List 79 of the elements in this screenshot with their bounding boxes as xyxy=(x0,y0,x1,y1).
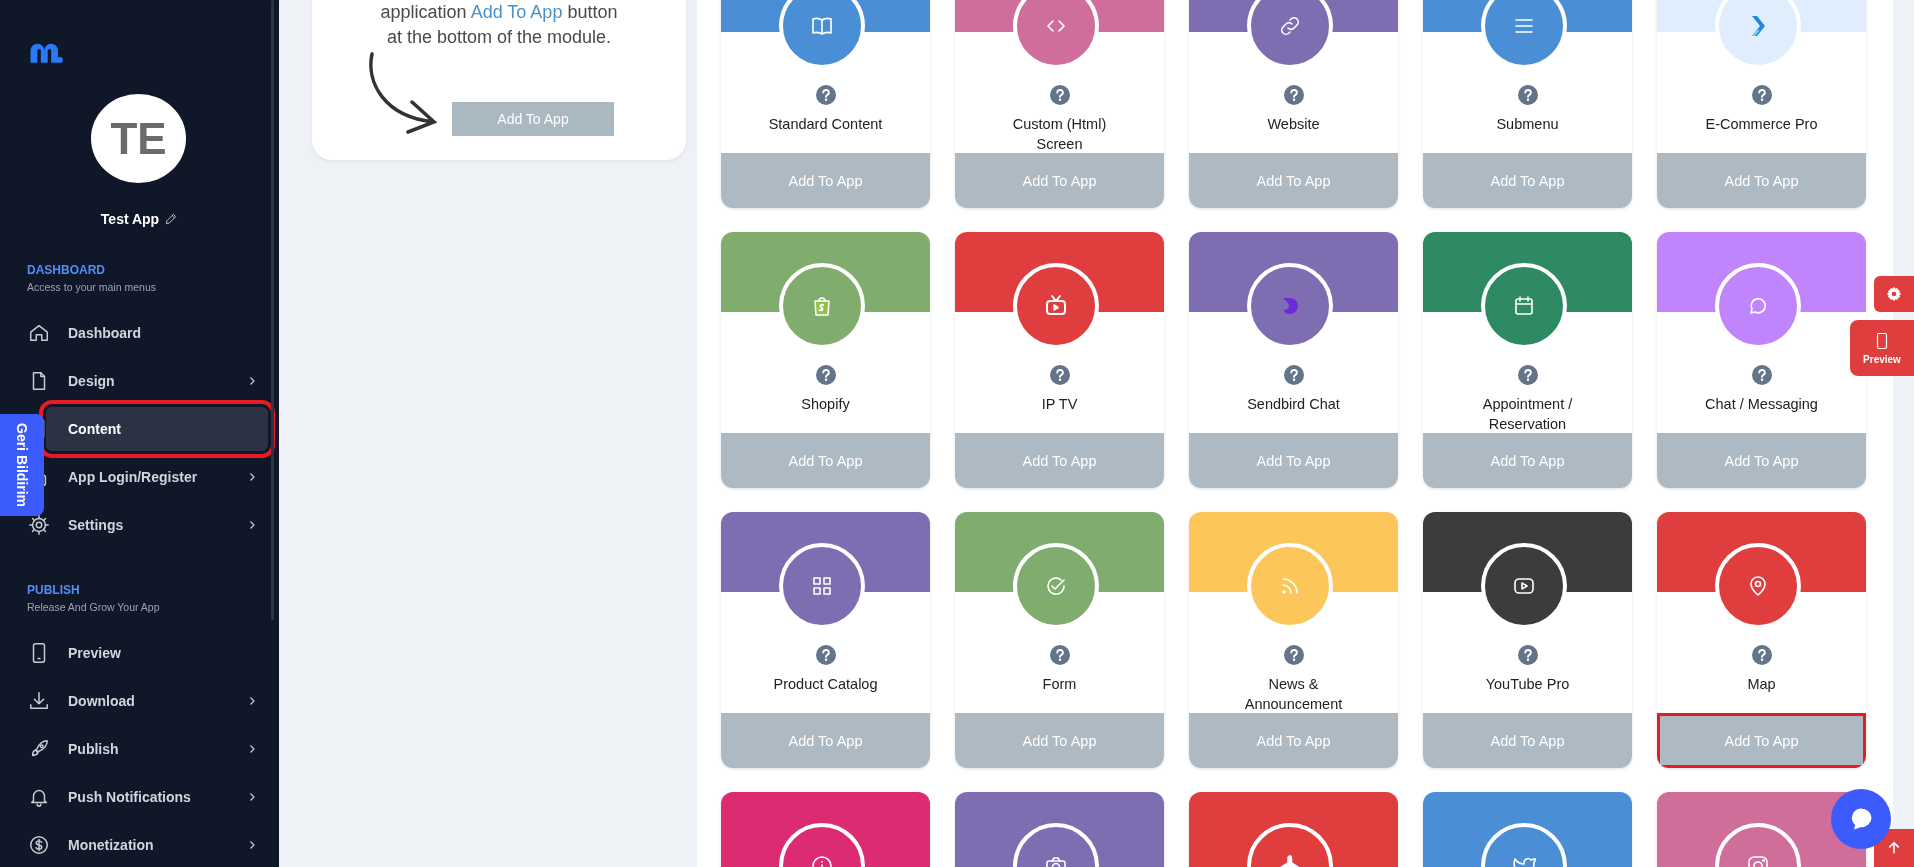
add-to-app-button[interactable]: Add To App xyxy=(1657,153,1866,208)
sidebar-item[interactable]: Push Notifications xyxy=(46,775,268,819)
instruction-text: at the bottom of the module. xyxy=(386,26,612,49)
help-icon[interactable] xyxy=(1283,85,1304,105)
add-to-app-button[interactable]: Add To App xyxy=(1189,153,1398,208)
help-icon[interactable] xyxy=(1517,85,1538,105)
sidebar-item[interactable]: App Login/Register xyxy=(46,455,268,499)
pencil-icon[interactable] xyxy=(164,212,179,226)
add-to-app-button[interactable]: Add To App xyxy=(1423,713,1632,768)
module-name: Form xyxy=(1042,676,1077,692)
instruction-text: application Add To App button xyxy=(380,1,618,24)
add-to-app-button[interactable]: Add To App xyxy=(1657,713,1866,768)
help-icon[interactable] xyxy=(1283,645,1304,665)
module-name: IP TV xyxy=(1041,396,1078,412)
help-icon[interactable] xyxy=(815,645,836,665)
add-to-app-button[interactable]: Add To App xyxy=(955,433,1164,488)
link-icon xyxy=(1278,14,1302,38)
module-name: Standard Content xyxy=(768,116,883,132)
calendar-icon xyxy=(1512,294,1536,318)
module-name: Chat / Messaging xyxy=(1705,396,1818,412)
help-icon[interactable] xyxy=(1049,645,1070,665)
module-name: E-Commerce Pro xyxy=(1705,116,1818,132)
add-to-app-button[interactable]: Add To App xyxy=(1423,153,1632,208)
help-icon[interactable] xyxy=(1751,85,1772,105)
add-to-app-button[interactable]: Add To App xyxy=(955,713,1164,768)
add-to-app-button[interactable]: Add To App xyxy=(1657,433,1866,488)
sidebar-item[interactable]: Settings xyxy=(46,503,268,547)
sidebar-item[interactable]: Download xyxy=(46,679,268,723)
module-name: Custom (Html) Screen xyxy=(1012,116,1107,152)
arrow-up-icon xyxy=(1886,840,1902,856)
add-to-app-button[interactable]: Add To App xyxy=(452,102,614,136)
home-icon xyxy=(28,322,50,344)
preview-button[interactable]: Preview xyxy=(1850,320,1914,376)
help-icon[interactable] xyxy=(815,365,836,385)
module-name: Appointment / Reservation xyxy=(1482,396,1573,432)
module-name: Website xyxy=(1267,116,1320,132)
add-to-app-button[interactable]: Add To App xyxy=(1189,713,1398,768)
sidebar-item[interactable]: Publish xyxy=(46,727,268,771)
sidebar-item[interactable]: Design xyxy=(46,359,268,403)
dollar-icon xyxy=(28,834,50,856)
settings-button[interactable] xyxy=(1874,276,1914,312)
module-name: YouTube Pro xyxy=(1485,676,1570,692)
module-name: News & Announcement xyxy=(1244,676,1343,712)
module-name: Product Catalog xyxy=(773,676,878,692)
help-icon[interactable] xyxy=(1517,645,1538,665)
section-heading: PUBLISH xyxy=(27,583,81,597)
app-avatar: TE xyxy=(91,94,186,183)
check-circle-icon xyxy=(1044,574,1068,598)
help-icon[interactable] xyxy=(815,85,836,105)
add-to-app-button[interactable]: Add To App xyxy=(721,153,930,208)
module-name: Shopify xyxy=(801,396,850,412)
module-name: Submenu xyxy=(1496,116,1559,132)
section-subtitle: Release And Grow Your App xyxy=(27,601,161,613)
sidebar-item[interactable]: Dashboard xyxy=(46,311,268,355)
settings-icon xyxy=(28,514,50,536)
app-name: Test App xyxy=(100,211,160,227)
help-icon[interactable] xyxy=(1751,365,1772,385)
help-icon[interactable] xyxy=(1283,365,1304,385)
help-icon[interactable] xyxy=(1517,365,1538,385)
add-to-app-button[interactable]: Add To App xyxy=(1423,433,1632,488)
add-to-app-button[interactable]: Add To App xyxy=(955,153,1164,208)
settings-icon xyxy=(1886,286,1902,302)
tv-icon xyxy=(1044,294,1068,318)
add-to-app-button[interactable]: Add To App xyxy=(721,433,930,488)
help-icon[interactable] xyxy=(1049,365,1070,385)
feedback-tab[interactable]: Geri Bildirim xyxy=(0,414,44,516)
section-subtitle: Access to your main menus xyxy=(27,281,157,293)
sidebar-item[interactable]: Preview xyxy=(46,631,268,675)
add-to-app-button[interactable]: Add To App xyxy=(721,713,930,768)
logo-icon xyxy=(27,42,65,65)
add-to-app-button[interactable]: Add To App xyxy=(1189,433,1398,488)
module-name: Sendbird Chat xyxy=(1247,396,1340,412)
help-icon[interactable] xyxy=(1049,85,1070,105)
section-heading: DASHBOARD xyxy=(27,263,106,277)
sidebar-item[interactable]: Monetization xyxy=(46,823,268,867)
grid-icon xyxy=(810,574,834,598)
module-name: Map xyxy=(1747,676,1776,692)
help-icon[interactable] xyxy=(1751,645,1772,665)
download-icon xyxy=(28,690,50,712)
